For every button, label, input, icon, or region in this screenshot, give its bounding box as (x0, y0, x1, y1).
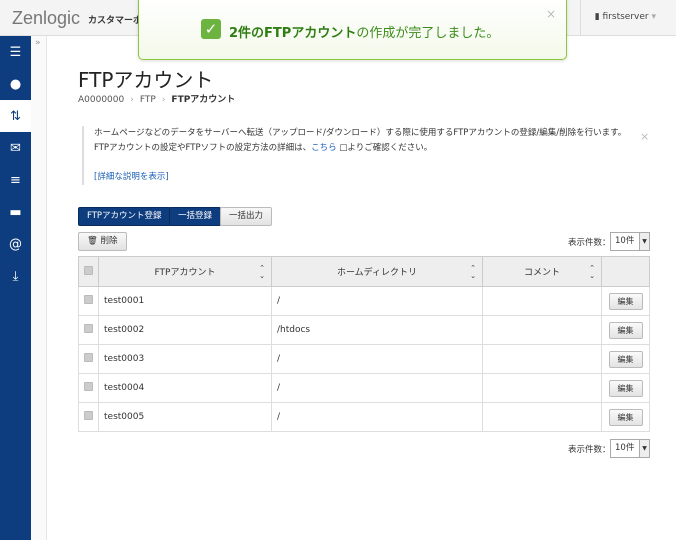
action-cell: 編集 (601, 315, 650, 345)
info-text-2: FTPアカウントの設定やFTPソフトの設定方法の詳細は、こちら □よりご確認くだ… (94, 143, 433, 153)
sidebar-server-icon[interactable]: ☰ (0, 36, 31, 68)
close-icon[interactable]: × (546, 7, 556, 21)
action-cell: 編集 (601, 373, 650, 403)
sidebar-folder-icon[interactable]: ▬ (0, 196, 31, 228)
sidebar-download-icon[interactable]: ⤓ (0, 260, 31, 292)
count-select[interactable]: 10件 ▼ (610, 232, 650, 251)
select-all-checkbox[interactable] (84, 265, 93, 275)
directory-cell: / (271, 286, 483, 316)
sidebar-transfer-icon[interactable]: ⇅ (0, 100, 31, 132)
account-cell: test0003 (98, 344, 272, 374)
comment-cell (482, 315, 602, 345)
table-row: test0004 / 編集 (78, 373, 650, 403)
user-name: firstserver (602, 12, 649, 22)
delete-button[interactable]: 🗑 削除 (78, 232, 127, 251)
bulk-register-button[interactable]: 一括登録 (169, 207, 222, 226)
row-checkbox[interactable] (84, 411, 93, 420)
row-checkbox[interactable] (84, 295, 93, 304)
comment-cell (482, 402, 602, 432)
caret-down-icon: ▼ (639, 233, 649, 250)
info-text: ホームページなどのデータをサーバーへ転送（アップロード/ダウンロード）する際に使… (94, 128, 627, 138)
account-cell: test0004 (98, 373, 272, 403)
sidebar-database-icon[interactable]: ≡ (0, 164, 31, 196)
row-checkbox-cell (78, 402, 99, 432)
row-checkbox[interactable] (84, 382, 93, 391)
count-label: 表示件数： (568, 238, 611, 248)
sidebar-mail-icon[interactable]: ✉ (0, 132, 31, 164)
row-checkbox[interactable] (84, 324, 93, 333)
sort-icon: ⌃ ⌄ (470, 264, 476, 280)
edit-button[interactable]: 編集 (608, 408, 643, 426)
directory-cell: / (271, 402, 483, 432)
caret-down-icon: ▾ (651, 12, 656, 22)
breadcrumb-current: FTPアカウント (171, 95, 236, 105)
action-cell: 編集 (601, 286, 650, 316)
row-checkbox[interactable] (84, 353, 93, 362)
account-cell: test0001 (98, 286, 272, 316)
row-checkbox-cell (78, 344, 99, 374)
action-cell: 編集 (601, 402, 650, 432)
sidebar-toggle[interactable]: » (31, 36, 47, 540)
here-link[interactable]: こちら (311, 143, 337, 153)
bulk-export-button[interactable]: 一括出力 (220, 207, 273, 226)
count-label-bottom: 表示件数： (568, 445, 611, 455)
col-account[interactable]: FTPアカウント ⌃ ⌄ (98, 256, 272, 287)
show-detail-link[interactable]: [詳細な説明を表示] (94, 170, 642, 185)
breadcrumb-ftp[interactable]: FTP (140, 95, 156, 105)
ftp-table: FTPアカウント ⌃ ⌄ ホームディレクトリ ⌃ ⌄ コメント ⌃ ⌄ test0001 /… (78, 256, 650, 432)
zenlogic-logo: Zenlogic (12, 8, 81, 28)
sidebar: ☰ ● ⇅ ✉ ≡ ▬ @ ⤓ (0, 36, 31, 540)
col-actions (601, 256, 650, 287)
select-all-header (78, 256, 99, 287)
action-cell: 編集 (601, 344, 650, 374)
info-box: ホームページなどのデータをサーバーへ転送（アップロード/ダウンロード）する際に使… (82, 126, 642, 185)
expand-icon[interactable]: » (35, 38, 41, 48)
edit-button[interactable]: 編集 (608, 292, 643, 310)
row-checkbox-cell (78, 373, 99, 403)
directory-cell: / (271, 344, 483, 374)
edit-button[interactable]: 編集 (608, 321, 643, 339)
comment-cell (482, 373, 602, 403)
sort-icon: ⌃ ⌄ (259, 264, 265, 280)
ftp-register-button[interactable]: FTPアカウント登録 (78, 207, 171, 226)
check-icon: ✓ (201, 19, 221, 39)
breadcrumb: A0000000 › FTP › FTPアカウント (78, 95, 236, 105)
page-title: FTPアカウント (78, 68, 214, 92)
sidebar-at-icon[interactable]: @ (0, 228, 31, 260)
directory-cell: / (271, 373, 483, 403)
row-checkbox-cell (78, 286, 99, 316)
sort-icon: ⌃ ⌄ (589, 264, 595, 280)
table-row: test0005 / 編集 (78, 402, 650, 432)
row-checkbox-cell (78, 315, 99, 345)
table-row: test0002 /htdocs 編集 (78, 315, 650, 345)
table-row: test0003 / 編集 (78, 344, 650, 374)
divider (580, 0, 581, 36)
caret-down-icon: ▼ (639, 440, 649, 457)
directory-cell: /htdocs (271, 315, 483, 345)
success-toast: ✓ 2件のFTPアカウントの作成が完了しました。 × (138, 0, 567, 60)
portal-title: カスタマーポ (88, 16, 143, 26)
sidebar-globe-icon[interactable]: ● (0, 68, 31, 100)
account-cell: test0005 (98, 402, 272, 432)
toast-message: 2件のFTPアカウントの作成が完了しました。 (229, 26, 500, 41)
close-icon[interactable]: × (640, 130, 649, 143)
edit-button[interactable]: 編集 (608, 350, 643, 368)
comment-cell (482, 344, 602, 374)
comment-cell (482, 286, 602, 316)
account-cell: test0002 (98, 315, 272, 345)
col-comment[interactable]: コメント ⌃ ⌄ (482, 256, 602, 287)
table-row: test0001 / 編集 (78, 286, 650, 316)
breadcrumb-account[interactable]: A0000000 (78, 95, 124, 105)
user-menu[interactable]: ▮ firstserver ▾ (595, 12, 656, 22)
count-select-bottom[interactable]: 10件 ▼ (610, 439, 650, 458)
edit-button[interactable]: 編集 (608, 379, 643, 397)
col-directory[interactable]: ホームディレクトリ ⌃ ⌄ (271, 256, 483, 287)
